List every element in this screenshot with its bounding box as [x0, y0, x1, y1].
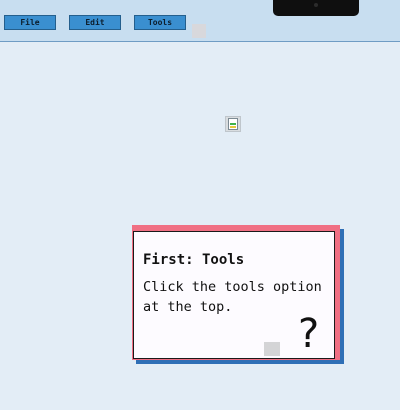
tooltip-placeholder-square — [264, 342, 280, 356]
tooltip-title: First: Tools — [143, 252, 245, 268]
file-menu-button[interactable]: File — [4, 15, 56, 30]
tutorial-tooltip: First: Tools Click the tools option at t… — [133, 231, 335, 359]
camera-dot — [314, 3, 318, 7]
menu-placeholder-square — [192, 24, 206, 38]
tools-menu-button[interactable]: Tools — [134, 15, 186, 30]
question-mark-icon: ? — [298, 311, 320, 357]
spreadsheet-file-icon[interactable] — [225, 116, 241, 132]
edit-menu-button[interactable]: Edit — [69, 15, 121, 30]
